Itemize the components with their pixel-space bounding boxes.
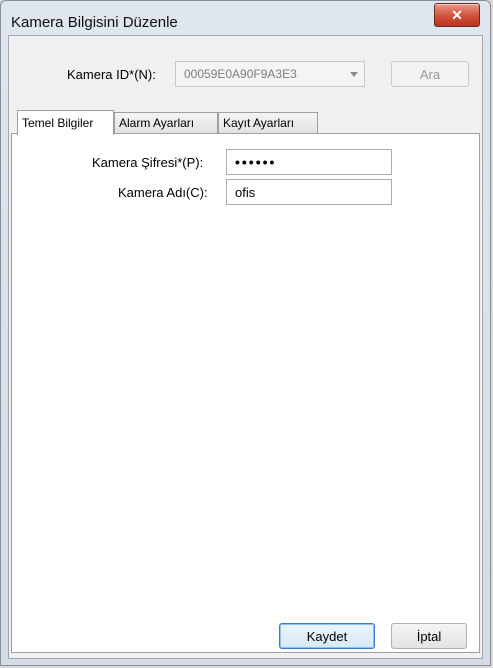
camera-id-label: Kamera ID*(N): bbox=[67, 67, 156, 82]
camera-name-field[interactable]: ofis bbox=[226, 179, 392, 205]
cancel-button-label: İptal bbox=[416, 628, 442, 644]
tab-alarm-ayarlari[interactable]: Alarm Ayarları bbox=[114, 112, 218, 133]
camera-name-value: ofis bbox=[235, 184, 256, 200]
chevron-down-icon[interactable] bbox=[350, 72, 358, 77]
search-button-label: Ara bbox=[419, 66, 441, 82]
cancel-button[interactable]: İptal bbox=[391, 623, 467, 649]
window-title: Kamera Bilgisini Düzenle bbox=[11, 14, 178, 31]
close-button[interactable]: ✕ bbox=[434, 3, 480, 27]
tab-panel-temel-bilgiler: Kamera Şifresi*(P): •••••• Kamera Adı(C)… bbox=[11, 133, 480, 653]
title-bar[interactable]: Kamera Bilgisini Düzenle ✕ bbox=[1, 1, 490, 35]
camera-password-label: Kamera Şifresi*(P): bbox=[92, 155, 204, 170]
tab-strip: Temel Bilgiler Alarm Ayarları Kayıt Ayar… bbox=[9, 110, 482, 135]
save-button[interactable]: Kaydet bbox=[279, 623, 375, 649]
camera-password-value: •••••• bbox=[235, 154, 277, 170]
tab-label: Temel Bilgiler bbox=[22, 116, 94, 130]
camera-name-label: Kamera Adı(C): bbox=[118, 185, 208, 200]
tab-kayit-ayarlari[interactable]: Kayıt Ayarları bbox=[218, 112, 318, 133]
save-button-label: Kaydet bbox=[306, 628, 348, 644]
tab-label: Alarm Ayarları bbox=[119, 116, 195, 130]
camera-password-field[interactable]: •••••• bbox=[226, 149, 392, 175]
search-button[interactable]: Ara bbox=[391, 61, 469, 87]
dialog-window: Kamera Bilgisini Düzenle ✕ Kamera ID*(N)… bbox=[0, 0, 491, 666]
camera-id-value: 00059E0A90F9A3E3 bbox=[184, 67, 297, 81]
camera-id-combobox[interactable]: 00059E0A90F9A3E3 bbox=[175, 61, 365, 87]
close-icon: ✕ bbox=[451, 6, 463, 23]
dialog-client-area: Kamera ID*(N): 00059E0A90F9A3E3 Ara Teme… bbox=[8, 35, 483, 659]
tab-temel-bilgiler[interactable]: Temel Bilgiler bbox=[17, 110, 114, 135]
tab-label: Kayıt Ayarları bbox=[223, 116, 295, 130]
